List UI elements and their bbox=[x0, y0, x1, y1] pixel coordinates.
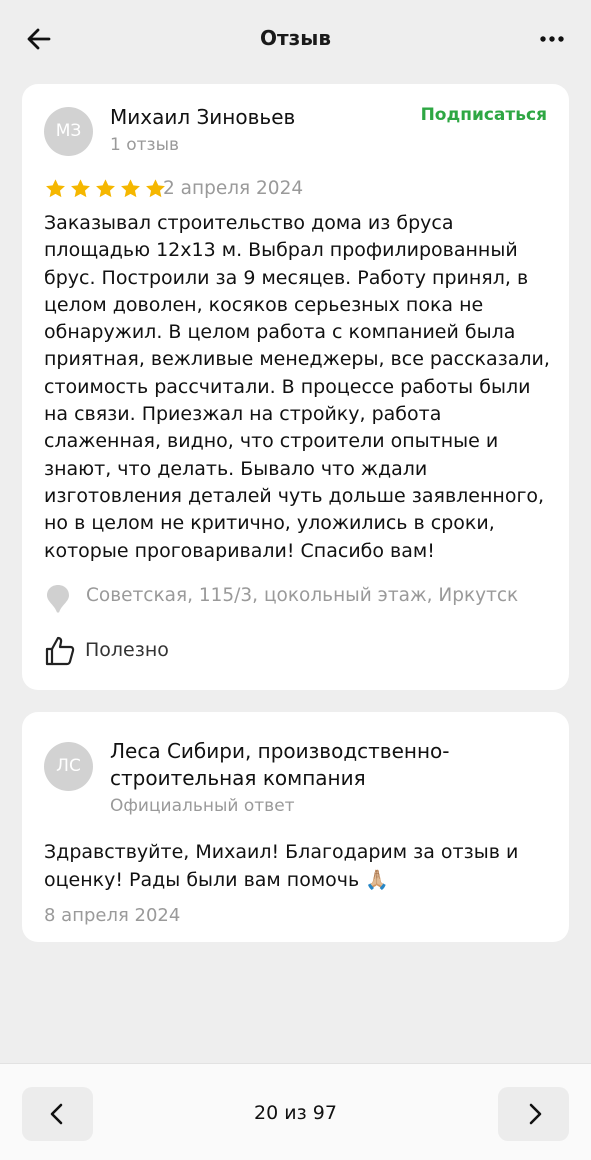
thumbs-up-icon[interactable] bbox=[44, 635, 76, 667]
official-reply-card: ЛС Леса Сибири, производственно- строите… bbox=[22, 712, 569, 942]
more-dots-icon bbox=[540, 36, 564, 42]
star-icon bbox=[71, 179, 90, 198]
page-title: Отзыв bbox=[260, 26, 331, 50]
author-name[interactable]: Михаил Зиновьев bbox=[110, 105, 295, 129]
rating-stars bbox=[44, 178, 167, 200]
star-icon bbox=[96, 179, 115, 198]
next-review-button[interactable] bbox=[498, 1087, 569, 1141]
chevron-right-icon bbox=[529, 1103, 542, 1125]
top-bar: Отзыв bbox=[0, 0, 591, 78]
star-icon bbox=[121, 179, 140, 198]
reply-text: Здравствуйте, Михаил! Благодарим за отзы… bbox=[44, 841, 519, 891]
business-address[interactable]: Советская, 115/3, цокольный этаж, Иркутс… bbox=[86, 585, 518, 606]
reply-author-line-1[interactable]: Леса Сибири, производственно- bbox=[110, 739, 450, 763]
review-text: Заказывал строительство дома из бруса пл… bbox=[44, 212, 550, 562]
author-review-count: 1 отзыв bbox=[110, 135, 180, 155]
review-card: МЗ Михаил Зиновьев 1 отзыв Подписаться 2… bbox=[22, 84, 569, 690]
map-pin-icon bbox=[47, 585, 69, 613]
review-date: 2 апреля 2024 bbox=[163, 178, 304, 199]
reply-date: 8 апреля 2024 bbox=[44, 905, 181, 926]
star-icon bbox=[46, 179, 65, 198]
avatar[interactable]: ЛС bbox=[44, 742, 93, 791]
official-reply-badge: Официальный ответ bbox=[110, 796, 295, 816]
pager-bar: 20 из 97 bbox=[0, 1063, 591, 1160]
reply-author-line-2[interactable]: строительная компания bbox=[110, 766, 366, 790]
useful-button[interactable]: Полезно bbox=[85, 639, 169, 661]
more-button[interactable] bbox=[537, 28, 567, 50]
avatar[interactable]: МЗ bbox=[44, 107, 93, 156]
subscribe-button[interactable]: Подписаться bbox=[421, 105, 547, 125]
